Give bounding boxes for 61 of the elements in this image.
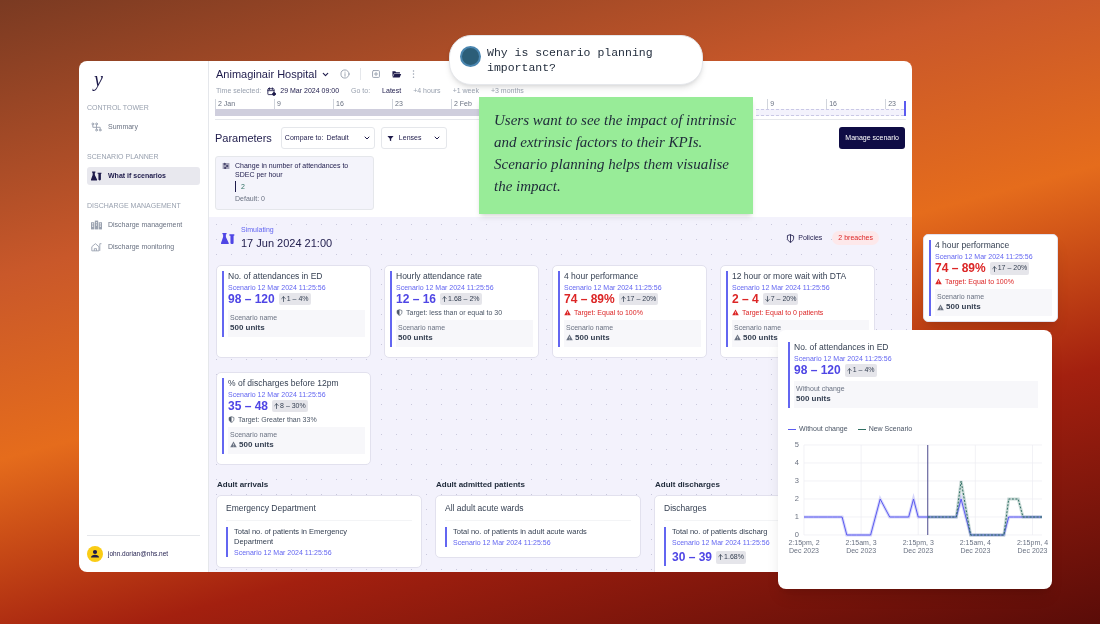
simulation-time: 17 Jun 2024 21:00 bbox=[241, 236, 333, 251]
shield-icon bbox=[228, 415, 235, 423]
warning-icon bbox=[732, 308, 739, 316]
more-icon[interactable] bbox=[411, 69, 415, 79]
warning-icon bbox=[566, 334, 573, 341]
kpi-value: 12 – 16 bbox=[396, 291, 437, 307]
kpi-title: Hourly attendance rate bbox=[396, 270, 483, 282]
flask-icon bbox=[221, 231, 235, 245]
nav-icon bbox=[91, 219, 102, 230]
section-title: Adult arrivals bbox=[217, 478, 269, 491]
shield-icon bbox=[396, 308, 403, 316]
user-avatar-icon[interactable] bbox=[87, 546, 103, 562]
unit-value: 500 units bbox=[937, 301, 981, 313]
timeline-track[interactable] bbox=[215, 109, 481, 116]
logo: y bbox=[94, 67, 103, 91]
section-title: Adult discharges bbox=[655, 478, 720, 491]
filter-icon bbox=[386, 134, 394, 142]
info-icon[interactable] bbox=[339, 69, 350, 79]
kpi-value: 98 – 120 bbox=[794, 363, 841, 378]
kpi-value: 30 – 39 bbox=[672, 549, 713, 567]
kpi-value: 74 – 89% bbox=[935, 261, 986, 276]
card-title: All adult acute wards bbox=[445, 501, 631, 522]
kpi-title: 4 hour performance bbox=[564, 270, 640, 282]
unit-value: 500 units bbox=[796, 393, 831, 405]
parameters-heading: Parameters bbox=[215, 130, 272, 146]
section-title: Adult admitted patients bbox=[436, 478, 525, 491]
nav-icon bbox=[91, 170, 102, 181]
unit-value: 500 units bbox=[398, 331, 433, 344]
warning-icon bbox=[935, 278, 942, 285]
nav-icon bbox=[91, 121, 102, 132]
chevron-down-icon bbox=[432, 134, 441, 142]
sliders-icon bbox=[222, 162, 230, 170]
nav-icon bbox=[91, 242, 102, 253]
hospital-selector[interactable]: Animaginair Hospital bbox=[216, 65, 330, 83]
warning-icon bbox=[734, 334, 741, 341]
note-text: Users want to see the impact of intrinsic and extrinsic factors to their KPIs. Scenario planning helps them visualise the impact. bbox=[494, 111, 738, 196]
kpi-title: No. of attendances in ED bbox=[228, 270, 324, 282]
unit-value: 500 units bbox=[230, 438, 274, 451]
timeline-track[interactable] bbox=[756, 109, 904, 116]
warning-icon bbox=[230, 441, 237, 448]
unit-value: 500 units bbox=[566, 331, 610, 344]
kpi-title: % of discharges before 12pm bbox=[228, 377, 340, 389]
avatar-placeholder bbox=[460, 46, 481, 67]
kpi-title: 4 hour performance bbox=[935, 240, 1011, 251]
calendar-icon[interactable] bbox=[267, 86, 277, 96]
warning-icon bbox=[937, 303, 944, 311]
kpi-value: 98 – 120 bbox=[228, 291, 275, 307]
kpi-value: 2 – 4 bbox=[732, 291, 759, 307]
add-icon[interactable] bbox=[370, 69, 381, 79]
timeline-handle[interactable] bbox=[904, 101, 906, 116]
unit-value: 500 units bbox=[734, 331, 778, 344]
kpi-value: 35 – 48 bbox=[228, 398, 269, 414]
question-text: Why is scenario planning important? bbox=[487, 45, 654, 75]
shield-icon bbox=[786, 233, 796, 243]
kpi-value: 74 – 89% bbox=[564, 291, 615, 307]
chevron-down-icon bbox=[362, 134, 371, 142]
kpi-title: 12 hour or more wait with DTA bbox=[732, 270, 848, 282]
unit-value: 500 units bbox=[230, 321, 265, 334]
folder-icon[interactable] bbox=[390, 69, 402, 79]
card-title: Emergency Department bbox=[226, 501, 412, 522]
warning-icon bbox=[564, 308, 571, 316]
